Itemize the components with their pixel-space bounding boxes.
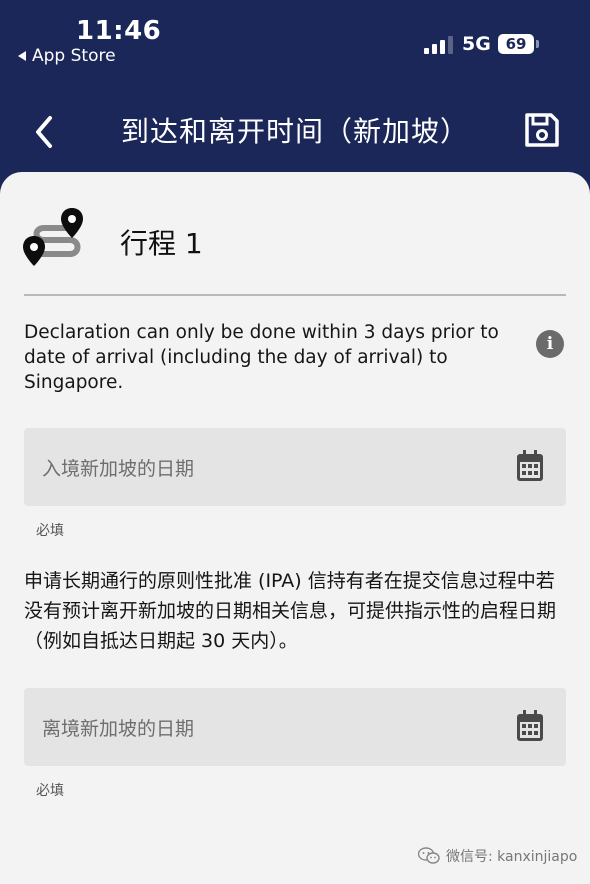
wechat-icon — [418, 847, 440, 864]
save-button[interactable] — [522, 110, 562, 150]
chevron-left-icon — [36, 116, 52, 148]
departure-required-label: 必填 — [36, 783, 64, 799]
floppy-disk-icon — [525, 113, 559, 147]
battery-icon: 69 — [498, 34, 534, 54]
arrival-date-field[interactable]: 入境新加坡的日期 — [24, 428, 566, 506]
signal-icon — [424, 36, 454, 54]
network-type: 5G — [462, 33, 491, 55]
status-time: 11:46 — [76, 16, 162, 46]
trip-header: 行程 1 — [22, 206, 562, 276]
watermark: 微信号: kanxinjiapo — [418, 846, 577, 866]
back-app-label: App Store — [32, 46, 116, 66]
back-button[interactable] — [28, 112, 62, 152]
back-to-app-store[interactable]: App Store — [18, 46, 116, 66]
divider — [24, 294, 566, 296]
calendar-icon[interactable] — [516, 450, 544, 482]
calendar-icon[interactable] — [516, 710, 544, 742]
watermark-text: 微信号: kanxinjiapo — [446, 849, 578, 865]
battery-level: 69 — [505, 35, 527, 53]
back-triangle-icon — [18, 51, 26, 61]
info-icon[interactable]: i — [536, 330, 564, 358]
departure-date-placeholder: 离境新加坡的日期 — [42, 718, 195, 740]
arrival-date-placeholder: 入境新加坡的日期 — [42, 458, 195, 480]
trip-title: 行程 1 — [120, 227, 203, 260]
battery-tip — [536, 40, 539, 48]
arrival-required-label: 必填 — [36, 523, 64, 539]
page-title: 到达和离开时间（新加坡） — [120, 115, 469, 148]
ipa-note-text: 申请长期通行的原则性批准 (IPA) 信持有者在提交信息过程中若没有预计离开新加… — [24, 570, 557, 652]
content-sheet: 行程 1 Declaration can only be done within… — [0, 172, 590, 884]
declaration-info-text: Declaration can only be done within 3 da… — [24, 322, 499, 393]
nav-bar: 到达和离开时间（新加坡） — [0, 90, 590, 170]
status-bar: 11:46 App Store 5G 69 — [0, 0, 590, 80]
route-pins-icon — [23, 208, 83, 266]
departure-date-field[interactable]: 离境新加坡的日期 — [24, 688, 566, 766]
